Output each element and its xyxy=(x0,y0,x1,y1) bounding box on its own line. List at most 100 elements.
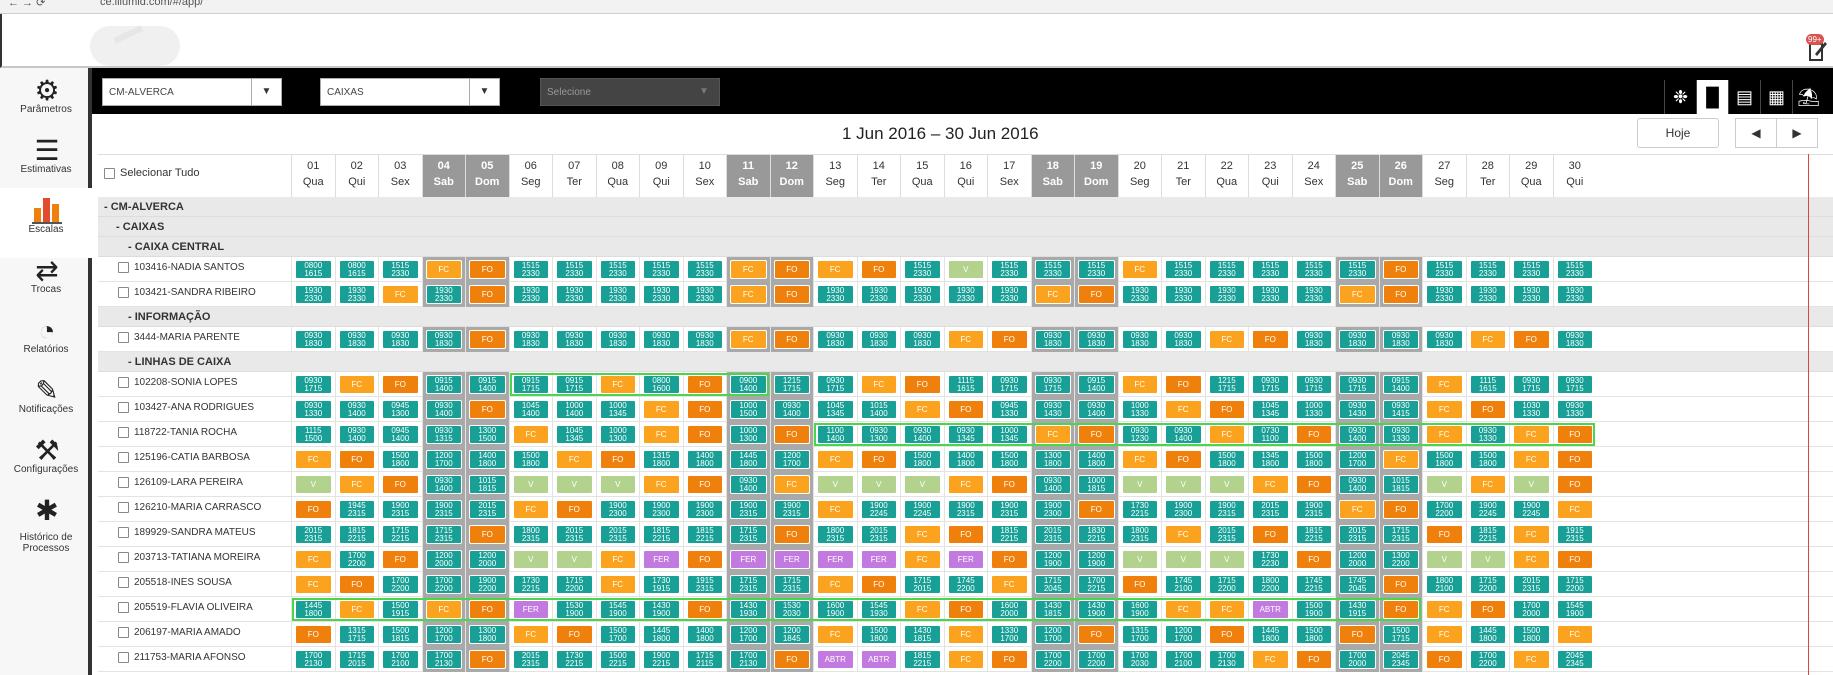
shift-badge[interactable]: 1900 2315 xyxy=(730,500,767,519)
shift-badge[interactable]: FC xyxy=(1339,500,1376,519)
shift-badge[interactable]: FC xyxy=(512,625,549,644)
shift-badge[interactable]: FER xyxy=(773,550,810,569)
shift-badge[interactable]: FC xyxy=(730,260,767,279)
shift-badge[interactable]: V xyxy=(1165,550,1202,569)
shift-badge[interactable]: FC xyxy=(1513,425,1550,444)
shift-badge[interactable]: 1900 2245 xyxy=(1469,500,1506,519)
shift-badge[interactable]: FO xyxy=(469,285,506,304)
shift-badge[interactable]: 1545 1900 xyxy=(599,600,636,619)
shift-badge[interactable]: V xyxy=(512,550,549,569)
shift-badge[interactable]: 1800 2315 xyxy=(1121,525,1158,544)
shift-badge[interactable]: 1700 2200 xyxy=(1078,650,1115,669)
shift-badge[interactable]: 0915 1715 xyxy=(556,375,593,394)
shift-badge[interactable]: 0930 1330 xyxy=(295,400,332,419)
shift-badge[interactable]: FO xyxy=(469,650,506,669)
shift-badge[interactable]: FC xyxy=(817,575,854,594)
shift-badge[interactable]: 0930 1430 xyxy=(1034,400,1071,419)
shift-badge[interactable]: 1700 2100 xyxy=(382,650,419,669)
shift-badge[interactable]: FER xyxy=(512,600,549,619)
shift-badge[interactable]: FC xyxy=(817,625,854,644)
shift-badge[interactable]: 1900 2315 xyxy=(382,500,419,519)
shift-badge[interactable]: FO xyxy=(860,450,897,469)
shift-badge[interactable]: FC xyxy=(1121,260,1158,279)
shift-badge[interactable]: 1930 2330 xyxy=(860,285,897,304)
shift-badge[interactable]: 2015 2315 xyxy=(1513,575,1550,594)
shift-badge[interactable]: 1930 2330 xyxy=(425,285,462,304)
shift-badge[interactable]: FO xyxy=(1252,525,1289,544)
employee-checkbox[interactable] xyxy=(118,262,129,273)
shift-badge[interactable]: 1800 2100 xyxy=(1426,575,1463,594)
department-select[interactable]: CAIXAS ▼ xyxy=(320,78,500,106)
shift-badge[interactable]: FC xyxy=(643,400,680,419)
shift-badge[interactable]: 1930 2330 xyxy=(817,285,854,304)
shift-badge[interactable]: FO xyxy=(1165,375,1202,394)
shift-badge[interactable]: 0930 1715 xyxy=(1556,375,1593,394)
group-row[interactable]: - CAIXA CENTRAL xyxy=(98,237,1833,257)
shift-badge[interactable]: FO xyxy=(1078,500,1115,519)
shift-badge[interactable]: 1930 2330 xyxy=(643,285,680,304)
shift-badge[interactable]: FC xyxy=(1034,425,1071,444)
shift-badge[interactable]: FC xyxy=(1165,525,1202,544)
shift-badge[interactable]: 0930 1830 xyxy=(1121,330,1158,349)
employee-checkbox[interactable] xyxy=(118,652,129,663)
shift-badge[interactable]: 1715 2015 xyxy=(904,575,941,594)
shift-badge[interactable]: FC xyxy=(556,450,593,469)
shift-badge[interactable]: 0930 1830 xyxy=(425,330,462,349)
shift-badge[interactable]: 0930 1330 xyxy=(1469,425,1506,444)
shift-badge[interactable]: 0930 1830 xyxy=(1078,330,1115,349)
shift-badge[interactable]: 1200 1900 xyxy=(1034,550,1071,569)
shift-badge[interactable]: 1400 1800 xyxy=(686,625,723,644)
employee-checkbox[interactable] xyxy=(118,452,129,463)
shift-badge[interactable]: FO xyxy=(469,400,506,419)
shift-badge[interactable]: V xyxy=(1469,550,1506,569)
shift-badge[interactable]: 1500 1815 xyxy=(382,625,419,644)
shift-badge[interactable]: 0930 1830 xyxy=(1165,330,1202,349)
shift-badge[interactable]: FC xyxy=(991,575,1028,594)
shift-badge[interactable]: FC xyxy=(904,400,941,419)
shift-badge[interactable]: 2015 2315 xyxy=(512,650,549,669)
shift-badge[interactable]: 0930 1830 xyxy=(1426,330,1463,349)
employee-checkbox[interactable] xyxy=(118,402,129,413)
shift-badge[interactable]: V xyxy=(599,475,636,494)
shift-badge[interactable]: 1000 1345 xyxy=(599,400,636,419)
shift-badge[interactable]: FO xyxy=(860,260,897,279)
shift-badge[interactable]: FC xyxy=(599,575,636,594)
shift-badge[interactable]: 1445 1800 xyxy=(643,625,680,644)
shift-badge[interactable]: FC xyxy=(1426,375,1463,394)
shift-badge[interactable]: 1900 2315 xyxy=(991,500,1028,519)
shift-badge[interactable]: 1815 2215 xyxy=(991,525,1028,544)
shift-badge[interactable]: 0930 1330 xyxy=(1382,425,1419,444)
shift-badge[interactable]: 0930 1715 xyxy=(817,375,854,394)
shift-badge[interactable]: 1515 2330 xyxy=(556,260,593,279)
shift-badge[interactable]: FC xyxy=(1121,375,1158,394)
shift-badge[interactable]: 1700 2200 xyxy=(1469,650,1506,669)
shift-badge[interactable]: 1930 2330 xyxy=(1426,285,1463,304)
shift-badge[interactable]: V xyxy=(1208,475,1245,494)
shift-badge[interactable]: FC xyxy=(1252,650,1289,669)
shift-badge[interactable]: 1545 1930 xyxy=(860,600,897,619)
shift-badge[interactable]: FO xyxy=(1165,450,1202,469)
shift-badge[interactable]: 2015 2315 xyxy=(1252,500,1289,519)
shift-badge[interactable]: 1445 1800 xyxy=(1252,625,1289,644)
shift-badge[interactable]: FO xyxy=(1426,525,1463,544)
shift-badge[interactable]: 1700 2130 xyxy=(295,650,332,669)
shift-badge[interactable]: FC xyxy=(817,500,854,519)
shift-badge[interactable]: 1515 2330 xyxy=(1078,260,1115,279)
shift-badge[interactable]: 1115 1615 xyxy=(1469,375,1506,394)
shift-badge[interactable]: 1315 1700 xyxy=(1121,625,1158,644)
shift-badge[interactable]: FO xyxy=(1382,260,1419,279)
shift-badge[interactable]: FO xyxy=(686,600,723,619)
shift-badge[interactable]: 1400 1800 xyxy=(686,450,723,469)
shift-badge[interactable]: 1815 2215 xyxy=(1469,525,1506,544)
shift-badge[interactable]: FO xyxy=(382,475,419,494)
shift-badge[interactable]: FC xyxy=(338,375,375,394)
shift-badge[interactable]: 0915 1400 xyxy=(425,375,462,394)
shift-badge[interactable]: 0915 1400 xyxy=(1382,375,1419,394)
select-all-checkbox[interactable] xyxy=(104,167,115,179)
shift-badge[interactable]: 1445 1800 xyxy=(730,450,767,469)
shift-badge[interactable]: 1700 2000 xyxy=(1513,600,1550,619)
shift-badge[interactable]: 1700 2130 xyxy=(1208,650,1245,669)
shift-badge[interactable]: 1800 2315 xyxy=(817,525,854,544)
shift-badge[interactable]: 0930 1400 xyxy=(1078,400,1115,419)
shift-badge[interactable]: ABTR xyxy=(860,650,897,669)
